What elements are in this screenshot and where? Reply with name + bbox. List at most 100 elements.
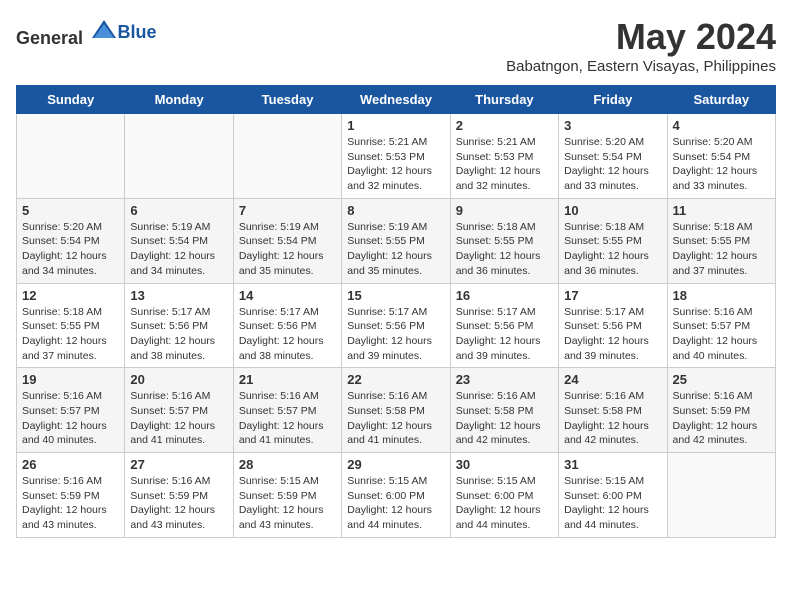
calendar-cell	[125, 114, 233, 199]
day-info: Sunrise: 5:15 AM Sunset: 5:59 PM Dayligh…	[239, 474, 336, 533]
calendar-cell: 29 Sunrise: 5:15 AM Sunset: 6:00 PM Dayli…	[342, 453, 450, 538]
calendar-cell: 21 Sunrise: 5:16 AM Sunset: 5:57 PM Dayli…	[233, 368, 341, 453]
day-number: 13	[130, 288, 227, 303]
day-number: 27	[130, 457, 227, 472]
calendar-cell: 24 Sunrise: 5:16 AM Sunset: 5:58 PM Dayli…	[559, 368, 667, 453]
sub-title: Babatngon, Eastern Visayas, Philippines	[506, 58, 776, 75]
calendar-cell	[17, 114, 125, 199]
day-number: 25	[673, 372, 770, 387]
calendar-cell: 7 Sunrise: 5:19 AM Sunset: 5:54 PM Daylig…	[233, 198, 341, 283]
day-info: Sunrise: 5:16 AM Sunset: 5:57 PM Dayligh…	[130, 389, 227, 448]
day-number: 18	[673, 288, 770, 303]
logo-text-general: General	[16, 28, 83, 48]
day-number: 24	[564, 372, 661, 387]
calendar-cell: 19Sunrise: 5:16 AM Sunset: 5:57 PM Dayli…	[17, 368, 125, 453]
day-info: Sunrise: 5:18 AM Sunset: 5:55 PM Dayligh…	[456, 220, 553, 279]
calendar-cell: 8 Sunrise: 5:19 AM Sunset: 5:55 PM Daylig…	[342, 198, 450, 283]
calendar-cell: 6 Sunrise: 5:19 AM Sunset: 5:54 PM Daylig…	[125, 198, 233, 283]
day-info: Sunrise: 5:19 AM Sunset: 5:55 PM Dayligh…	[347, 220, 444, 279]
day-number: 9	[456, 203, 553, 218]
calendar-cell: 11 Sunrise: 5:18 AM Sunset: 5:55 PM Dayli…	[667, 198, 775, 283]
day-info: Sunrise: 5:15 AM Sunset: 6:00 PM Dayligh…	[456, 474, 553, 533]
calendar-cell: 1 Sunrise: 5:21 AM Sunset: 5:53 PM Daylig…	[342, 114, 450, 199]
calendar-cell: 5 Sunrise: 5:20 AM Sunset: 5:54 PM Daylig…	[17, 198, 125, 283]
day-info: Sunrise: 5:17 AM Sunset: 5:56 PM Dayligh…	[456, 305, 553, 364]
calendar-cell: 2 Sunrise: 5:21 AM Sunset: 5:53 PM Daylig…	[450, 114, 558, 199]
logo-text-blue: Blue	[118, 22, 157, 42]
day-number: 22	[347, 372, 444, 387]
day-info: Sunrise: 5:17 AM Sunset: 5:56 PM Dayligh…	[239, 305, 336, 364]
day-number: 15	[347, 288, 444, 303]
main-title: May 2024	[506, 16, 776, 58]
day-header-wednesday: Wednesday	[342, 86, 450, 114]
day-info: Sunrise: 5:15 AM Sunset: 6:00 PM Dayligh…	[564, 474, 661, 533]
day-info: Sunrise: 5:16 AM Sunset: 5:57 PM Dayligh…	[673, 305, 770, 364]
day-number: 2	[456, 118, 553, 133]
calendar-cell: 20Sunrise: 5:16 AM Sunset: 5:57 PM Dayli…	[125, 368, 233, 453]
day-header-thursday: Thursday	[450, 86, 558, 114]
day-number: 7	[239, 203, 336, 218]
calendar-cell: 28 Sunrise: 5:15 AM Sunset: 5:59 PM Dayli…	[233, 453, 341, 538]
logo-icon	[90, 16, 118, 44]
calendar-cell: 30 Sunrise: 5:15 AM Sunset: 6:00 PM Dayli…	[450, 453, 558, 538]
day-info: Sunrise: 5:16 AM Sunset: 5:57 PM Dayligh…	[239, 389, 336, 448]
day-number: 28	[239, 457, 336, 472]
calendar-cell: 10 Sunrise: 5:18 AM Sunset: 5:55 PM Dayli…	[559, 198, 667, 283]
calendar-cell: 13 Sunrise: 5:17 AM Sunset: 5:56 PM Dayli…	[125, 283, 233, 368]
day-number: 5	[22, 203, 119, 218]
day-number: 4	[673, 118, 770, 133]
day-info: Sunrise: 5:15 AM Sunset: 6:00 PM Dayligh…	[347, 474, 444, 533]
day-info: Sunrise: 5:21 AM Sunset: 5:53 PM Dayligh…	[347, 135, 444, 194]
title-area: May 2024 Babatngon, Eastern Visayas, Phi…	[506, 16, 776, 75]
day-number: 6	[130, 203, 227, 218]
day-number: 21	[239, 372, 336, 387]
calendar-cell: 12 Sunrise: 5:18 AM Sunset: 5:55 PM Dayli…	[17, 283, 125, 368]
day-header-tuesday: Tuesday	[233, 86, 341, 114]
day-info: Sunrise: 5:21 AM Sunset: 5:53 PM Dayligh…	[456, 135, 553, 194]
day-info: Sunrise: 5:19 AM Sunset: 5:54 PM Dayligh…	[130, 220, 227, 279]
calendar-cell: 31 Sunrise: 5:15 AM Sunset: 6:00 PM Dayli…	[559, 453, 667, 538]
logo: General Blue	[16, 16, 157, 49]
day-info: Sunrise: 5:17 AM Sunset: 5:56 PM Dayligh…	[130, 305, 227, 364]
day-header-saturday: Saturday	[667, 86, 775, 114]
day-number: 29	[347, 457, 444, 472]
day-info: Sunrise: 5:18 AM Sunset: 5:55 PM Dayligh…	[673, 220, 770, 279]
day-header-monday: Monday	[125, 86, 233, 114]
calendar-cell: 17Sunrise: 5:17 AM Sunset: 5:56 PM Dayli…	[559, 283, 667, 368]
day-info: Sunrise: 5:20 AM Sunset: 5:54 PM Dayligh…	[22, 220, 119, 279]
day-number: 1	[347, 118, 444, 133]
day-number: 11	[673, 203, 770, 218]
day-number: 30	[456, 457, 553, 472]
day-info: Sunrise: 5:17 AM Sunset: 5:56 PM Dayligh…	[564, 305, 661, 364]
day-number: 8	[347, 203, 444, 218]
calendar-cell: 3Sunrise: 5:20 AM Sunset: 5:54 PM Daylig…	[559, 114, 667, 199]
day-number: 12	[22, 288, 119, 303]
calendar-table: SundayMondayTuesdayWednesdayThursdayFrid…	[16, 85, 776, 538]
calendar-cell: 4 Sunrise: 5:20 AM Sunset: 5:54 PM Daylig…	[667, 114, 775, 199]
day-info: Sunrise: 5:16 AM Sunset: 5:59 PM Dayligh…	[673, 389, 770, 448]
day-number: 23	[456, 372, 553, 387]
header: General Blue May 2024 Babatngon, Eastern…	[16, 16, 776, 75]
day-info: Sunrise: 5:17 AM Sunset: 5:56 PM Dayligh…	[347, 305, 444, 364]
calendar-cell: 23 Sunrise: 5:16 AM Sunset: 5:58 PM Dayli…	[450, 368, 558, 453]
day-number: 3	[564, 118, 661, 133]
day-info: Sunrise: 5:16 AM Sunset: 5:58 PM Dayligh…	[456, 389, 553, 448]
day-info: Sunrise: 5:16 AM Sunset: 5:58 PM Dayligh…	[564, 389, 661, 448]
day-number: 14	[239, 288, 336, 303]
day-number: 26	[22, 457, 119, 472]
day-info: Sunrise: 5:16 AM Sunset: 5:59 PM Dayligh…	[22, 474, 119, 533]
day-number: 19	[22, 372, 119, 387]
day-header-friday: Friday	[559, 86, 667, 114]
calendar-cell: 15 Sunrise: 5:17 AM Sunset: 5:56 PM Dayli…	[342, 283, 450, 368]
day-number: 31	[564, 457, 661, 472]
calendar-cell: 16 Sunrise: 5:17 AM Sunset: 5:56 PM Dayli…	[450, 283, 558, 368]
day-number: 16	[456, 288, 553, 303]
day-number: 10	[564, 203, 661, 218]
day-info: Sunrise: 5:19 AM Sunset: 5:54 PM Dayligh…	[239, 220, 336, 279]
calendar-cell	[233, 114, 341, 199]
day-info: Sunrise: 5:18 AM Sunset: 5:55 PM Dayligh…	[22, 305, 119, 364]
day-info: Sunrise: 5:18 AM Sunset: 5:55 PM Dayligh…	[564, 220, 661, 279]
day-info: Sunrise: 5:20 AM Sunset: 5:54 PM Dayligh…	[673, 135, 770, 194]
day-info: Sunrise: 5:16 AM Sunset: 5:58 PM Dayligh…	[347, 389, 444, 448]
calendar-cell: 26 Sunrise: 5:16 AM Sunset: 5:59 PM Dayli…	[17, 453, 125, 538]
